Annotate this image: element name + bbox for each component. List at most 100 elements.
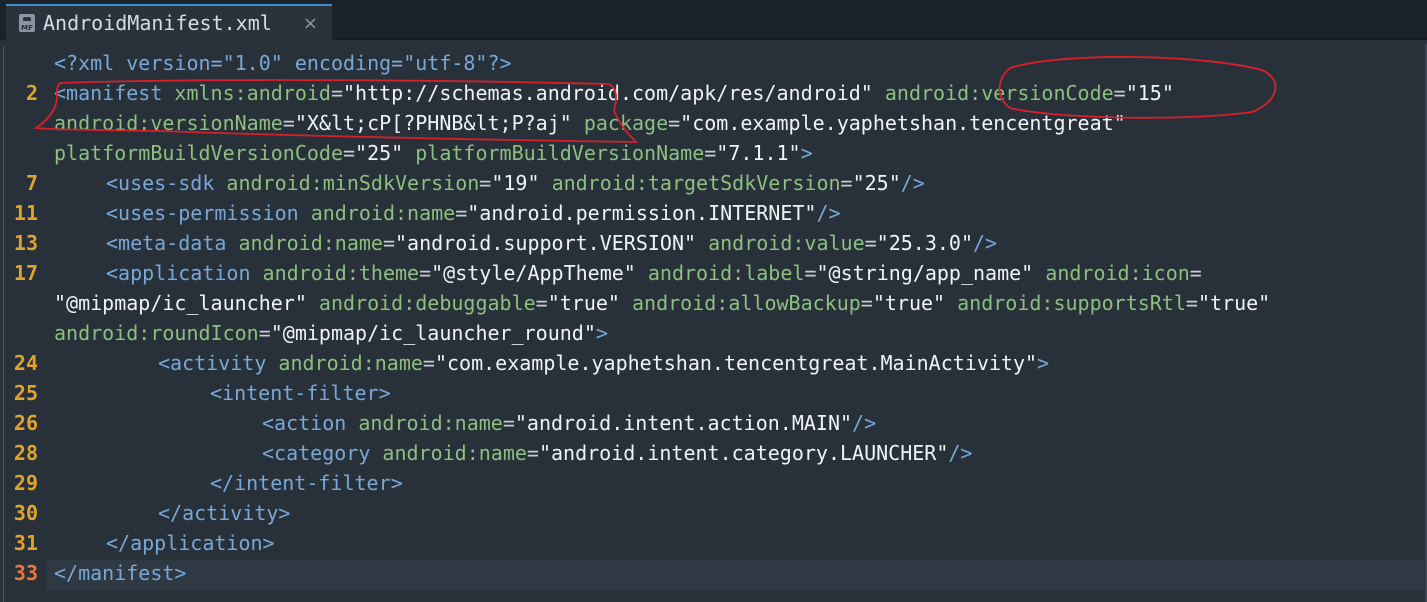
code-line[interactable]: 13 <meta-data android:name="android.suppo…	[0, 228, 1427, 258]
code-token: "true"	[1197, 291, 1271, 315]
code-token: =	[1113, 81, 1126, 105]
code-line[interactable]: 7 <uses-sdk android:minSdkVersion="19" an…	[0, 168, 1427, 198]
code-token: android:label	[647, 261, 805, 285]
code-token: =	[1185, 291, 1198, 315]
code-token: "http://schemas.android.com/apk/res/andr…	[343, 81, 873, 105]
code-line[interactable]: 24 <activity android:name="com.example.ya…	[0, 348, 1427, 378]
code-text: <uses-permission android:name="android.p…	[54, 198, 841, 228]
code-text: platformBuildVersionCode="25" platformBu…	[54, 138, 813, 168]
code-line[interactable]: <?xml version="1.0" encoding="utf-8"?>	[0, 48, 1427, 78]
code-line[interactable]: platformBuildVersionCode="25" platformBu…	[0, 138, 1427, 168]
code-token: android:value	[708, 231, 865, 255]
code-token: "@mipmap/ic_launcher_round"	[270, 321, 596, 345]
code-text: <?xml version="1.0" encoding="utf-8"?>	[54, 48, 512, 78]
code-token: =	[258, 321, 271, 345]
code-token: "com.example.yaphetshan.tencentgreat"	[680, 111, 1126, 135]
code-token: =	[419, 261, 432, 285]
code-token: "25.3.0"	[876, 231, 973, 255]
code-token: android:versionCode	[884, 81, 1114, 105]
line-number: 7	[25, 171, 38, 195]
code-token: <intent-filter>	[210, 381, 391, 405]
code-token: <uses-sdk	[106, 171, 227, 195]
code-token: android:minSdkVersion	[226, 171, 480, 195]
code-text: <uses-sdk android:minSdkVersion="19" and…	[54, 168, 925, 198]
code-token: </activity>	[158, 501, 291, 525]
code-line[interactable]: "@mipmap/ic_launcher" android:debuggable…	[0, 288, 1427, 318]
code-line[interactable]: 25 <intent-filter>	[0, 378, 1427, 408]
line-number: 25	[13, 381, 38, 405]
code-token: android:name	[382, 441, 527, 465]
code-token: "@style/AppTheme"	[431, 261, 636, 285]
code-token: "android.intent.category.LAUNCHER"	[538, 441, 949, 465]
code-token: =	[668, 111, 681, 135]
code-token: "android.intent.action.MAIN"	[514, 411, 853, 435]
code-token: =	[479, 171, 492, 195]
code-token: android:supportsRtl	[957, 291, 1186, 315]
code-line[interactable]: 33 </manifest>	[0, 558, 1427, 588]
code-token: =	[535, 291, 548, 315]
code-text: android:versionName="X&lt;cP[?PHNB&lt;P?…	[54, 108, 1126, 138]
code-text: <intent-filter>	[54, 378, 391, 408]
line-number: 11	[13, 201, 38, 225]
code-line[interactable]: android:roundIcon="@mipmap/ic_launcher_r…	[0, 318, 1427, 348]
code-token: "android.permission.INTERNET"	[467, 201, 817, 225]
code-token: </manifest>	[54, 561, 187, 585]
code-line[interactable]: 26 <action android:name="android.intent.a…	[0, 408, 1427, 438]
code-text: </activity>	[54, 498, 290, 528]
line-number: 33	[13, 561, 38, 585]
code-line[interactable]: 2 <manifest xmlns:android="http://schemas…	[0, 78, 1427, 108]
code-token: <uses-permission	[106, 201, 311, 225]
line-number: 26	[13, 411, 38, 435]
code-token: =	[342, 141, 356, 165]
code-text: <action android:name="android.intent.act…	[54, 408, 876, 438]
code-text: </manifest>	[54, 558, 186, 588]
close-icon[interactable]: ×	[303, 13, 318, 34]
code-token: =	[864, 231, 877, 255]
code-token: =	[382, 231, 395, 255]
code-token: android:icon	[1045, 261, 1190, 285]
code-token: <category	[262, 441, 383, 465]
code-token: <meta-data	[106, 231, 239, 255]
code-token: "25"	[355, 141, 404, 165]
code-token: =	[330, 81, 344, 105]
code-token: =	[502, 411, 515, 435]
code-line[interactable]: 17 <application android:theme="@style/App…	[0, 258, 1427, 288]
code-token: />	[816, 201, 841, 225]
code-token: android:name	[238, 231, 383, 255]
code-line[interactable]: 29 </intent-filter>	[0, 468, 1427, 498]
code-token: =	[840, 171, 853, 195]
tab-bar: MF AndroidManifest.xml ×	[0, 0, 1427, 40]
code-token: "X&lt;cP[?PHNB&lt;P?aj"	[294, 111, 572, 135]
code-token: <activity	[158, 351, 279, 375]
tab-android-manifest[interactable]: MF AndroidManifest.xml ×	[6, 4, 332, 40]
code-token: "true"	[547, 291, 620, 315]
code-line[interactable]: 31 </application>	[0, 528, 1427, 558]
line-number: 24	[13, 351, 38, 375]
line-number: 31	[13, 531, 38, 555]
code-token: />	[948, 441, 973, 465]
line-number: 13	[13, 231, 38, 255]
code-token: "@mipmap/ic_launcher"	[54, 291, 307, 315]
code-text: </intent-filter>	[54, 468, 403, 498]
code-token: android:roundIcon	[54, 321, 259, 345]
code-token: android:name	[310, 201, 456, 225]
code-token: android:name	[278, 351, 423, 375]
line-number: 17	[13, 261, 38, 285]
code-token: >	[595, 321, 608, 345]
code-token: />	[973, 231, 998, 255]
code-line[interactable]: 28 <category android:name="android.intent…	[0, 438, 1427, 468]
code-token: "19"	[491, 171, 540, 195]
code-line[interactable]: 30 </activity>	[0, 498, 1427, 528]
code-token: "25"	[852, 171, 901, 195]
code-token: =	[804, 261, 817, 285]
code-line[interactable]: android:versionName="X&lt;cP[?PHNB&lt;P?…	[0, 108, 1427, 138]
code-line[interactable]: 11 <uses-permission android:name="android…	[0, 198, 1427, 228]
code-text: <category android:name="android.intent.c…	[54, 438, 972, 468]
code-token: "@string/app_name"	[816, 261, 1034, 285]
line-number: 30	[13, 501, 38, 525]
